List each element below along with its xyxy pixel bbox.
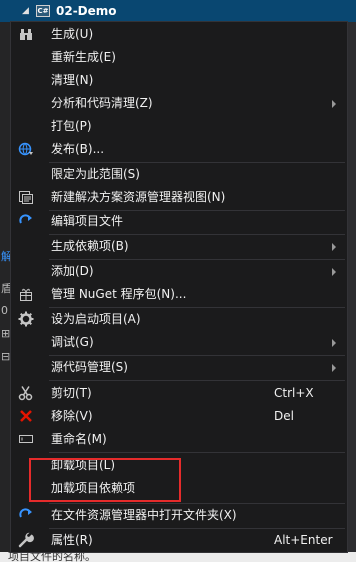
shortcut-text: Alt+Enter [274,533,333,547]
solution-tree-project-node[interactable]: ◢ C# 02-Demo [0,0,356,22]
build-icon [18,26,34,42]
project-context-menu: 生成(U) 重新生成(E) 清理(N) 分析和代码清理(Z) 打包(P) 发布(… [10,21,348,553]
shortcut-text: Ctrl+X [274,386,314,400]
side-fragment: 0 [1,304,8,317]
status-text: 项目文件的名称。 [8,552,96,562]
menu-item-label: 生成依赖项(B) [51,239,129,253]
rename-icon [18,431,34,447]
csharp-project-icon: C# [36,5,50,17]
menu-item-label: 编辑项目文件 [51,214,124,228]
side-fragment: ⊟ [1,350,11,363]
menu-item-properties[interactable]: 属性(R) Alt+Enter [11,529,347,552]
menu-item-label: 新建解决方案资源管理器视图(N) [51,190,226,204]
menu-item-open-folder[interactable]: 在文件资源管理器中打开文件夹(X) [11,504,347,527]
menu-item-add[interactable]: 添加(D) [11,260,347,283]
ide-right-edge [348,22,356,562]
submenu-arrow-icon [332,243,336,251]
menu-item-label: 调试(G) [51,335,94,349]
menu-item-label: 生成(U) [51,27,94,41]
menu-item-label: 管理 NuGet 程序包(N)... [51,287,187,301]
menu-item-build[interactable]: 生成(U) [11,23,347,46]
menu-item-rebuild[interactable]: 重新生成(E) [11,46,347,69]
submenu-arrow-icon [332,100,336,108]
menu-item-label: 添加(D) [51,264,94,278]
menu-item-clean[interactable]: 清理(N) [11,69,347,92]
expand-arrow-icon[interactable]: ◢ [22,6,32,16]
submenu-arrow-icon [332,339,336,347]
menu-item-label: 限定为此范围(S) [51,167,140,181]
shortcut-text: Del [274,409,294,423]
menu-item-build-deps[interactable]: 生成依赖项(B) [11,235,347,258]
menu-separator [49,452,345,453]
menu-item-label: 源代码管理(S) [51,360,128,374]
menu-item-pack[interactable]: 打包(P) [11,115,347,138]
project-name: 02-Demo [56,4,117,18]
refresh-arrow-icon [18,507,34,523]
menu-item-label: 重新生成(E) [51,50,116,64]
solution-view-icon [18,189,34,205]
refresh-arrow-icon [18,213,34,229]
scissors-icon [18,385,34,401]
menu-item-remove[interactable]: 移除(V) Del [11,405,347,428]
menu-item-source-control[interactable]: 源代码管理(S) [11,356,347,379]
properties-description: 项目文件的名称。 [0,552,356,562]
menu-item-startup[interactable]: 设为启动项目(A) [11,308,347,331]
menu-item-debug[interactable]: 调试(G) [11,331,347,354]
menu-item-scope[interactable]: 限定为此范围(S) [11,163,347,186]
red-highlight-annotation [29,458,181,502]
red-x-icon [18,408,34,424]
menu-item-label: 属性(R) [51,533,93,547]
submenu-arrow-icon [332,364,336,372]
menu-item-analyze[interactable]: 分析和代码清理(Z) [11,92,347,115]
menu-item-label: 清理(N) [51,73,94,87]
submenu-arrow-icon [332,268,336,276]
menu-item-edit-project[interactable]: 编辑项目文件 [11,210,347,233]
menu-item-label: 重命名(M) [51,432,107,446]
menu-item-new-view[interactable]: 新建解决方案资源管理器视图(N) [11,186,347,209]
menu-item-label: 分析和代码清理(Z) [51,96,153,110]
wrench-icon [18,532,34,548]
menu-item-label: 发布(B)... [51,142,105,156]
nuget-package-icon [18,286,34,302]
menu-item-label: 设为启动项目(A) [51,312,141,326]
menu-item-nuget[interactable]: 管理 NuGet 程序包(N)... [11,283,347,306]
gear-icon [18,311,34,327]
menu-item-label: 打包(P) [51,119,92,133]
ide-left-panel: 解 盾 0 ⊞ ⊟ [0,22,12,562]
menu-item-label: 剪切(T) [51,386,92,400]
globe-publish-icon [18,141,34,157]
menu-item-label: 移除(V) [51,409,93,423]
menu-separator [49,380,345,381]
menu-item-publish[interactable]: 发布(B)... [11,138,347,161]
menu-item-rename[interactable]: 重命名(M) [11,428,347,451]
side-fragment: ⊞ [1,327,11,340]
menu-item-label: 在文件资源管理器中打开文件夹(X) [51,508,237,522]
menu-item-cut[interactable]: 剪切(T) Ctrl+X [11,382,347,405]
